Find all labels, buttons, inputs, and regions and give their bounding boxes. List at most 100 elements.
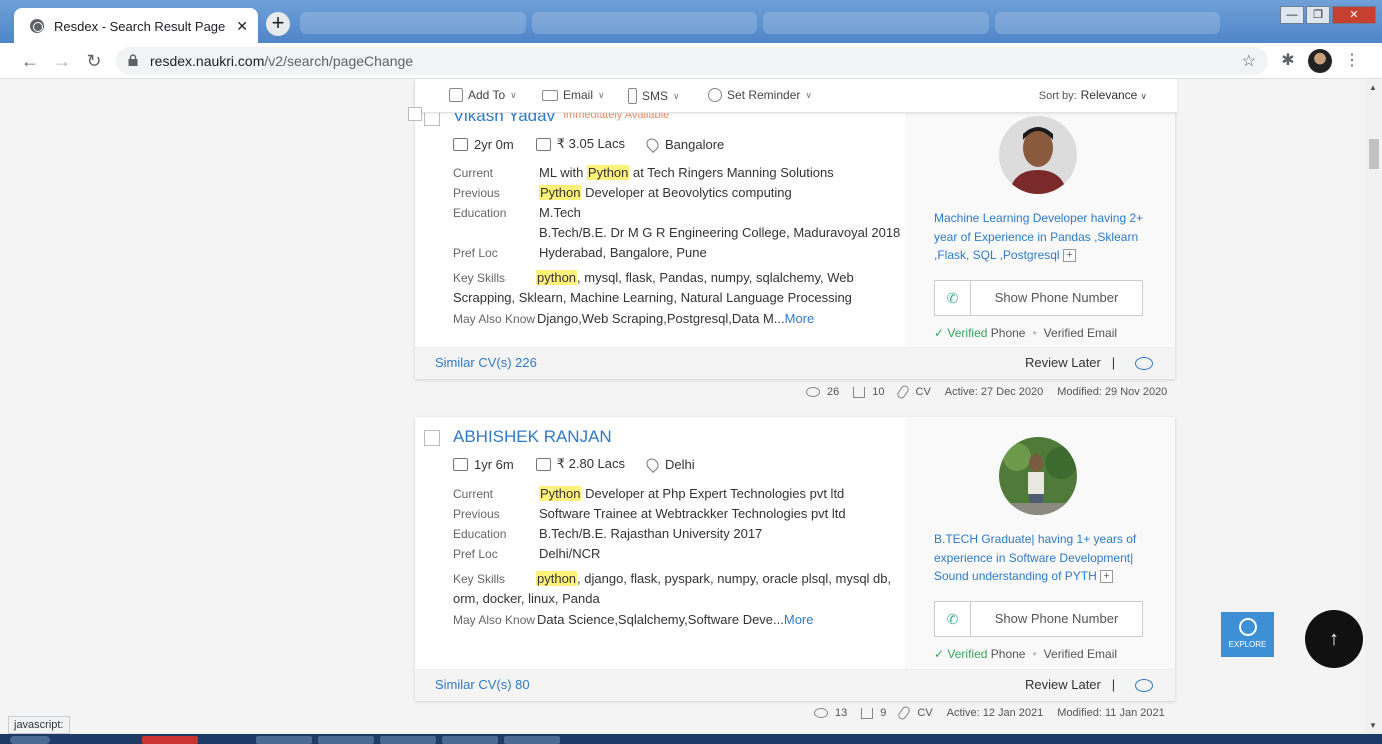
person-photo-icon <box>999 437 1077 515</box>
education-text: B.Tech/B.E. Rajasthan University 2017 <box>539 526 763 541</box>
active-tab[interactable]: Resdex - Search Result Page ✕ <box>14 8 258 44</box>
taskbar-app[interactable] <box>142 736 198 744</box>
separator-dot: • <box>1032 326 1037 340</box>
experience: 1yr 6m <box>474 456 514 472</box>
scroll-up-icon[interactable]: ▲ <box>1369 83 1377 92</box>
new-tab-button[interactable]: + <box>266 12 290 36</box>
education-text: B.Tech/B.E. Dr M G R Engineering College… <box>539 225 901 240</box>
background-tab[interactable] <box>300 12 526 34</box>
minimize-button[interactable]: — <box>1280 6 1304 24</box>
taskbar-app[interactable] <box>380 736 436 744</box>
download-count: 10 <box>872 386 885 398</box>
show-phone-label: Show Phone Number <box>994 290 1119 305</box>
current-label: Current <box>453 487 494 501</box>
explore-label: EXPLORE <box>1228 640 1267 649</box>
maximize-button[interactable]: ❐ <box>1306 6 1330 24</box>
more-link[interactable]: More <box>785 311 815 326</box>
profile-avatar[interactable] <box>1308 49 1332 73</box>
envelope-icon <box>542 89 558 101</box>
sort-dropdown[interactable]: Sort by: Relevance ∨ <box>1039 88 1147 102</box>
briefcase-icon <box>453 137 468 151</box>
may-also-know: May Also Know Django,Web Scraping,Postgre… <box>453 311 814 326</box>
taskbar-app[interactable] <box>504 736 560 744</box>
back-arrow-icon[interactable]: ← <box>18 49 42 73</box>
candidate-meta: 2yr 0m ₹ 3.05 Lacs Bangalore <box>453 135 746 153</box>
page-scrollbar[interactable]: ▲ ▼ <box>1365 79 1382 734</box>
address-bar[interactable]: resdex.naukri.com/v2/search/pageChange ☆ <box>116 47 1268 75</box>
tab-title: Resdex - Search Result Page <box>54 18 226 34</box>
candidate-checkbox[interactable] <box>424 430 440 446</box>
forward-arrow-icon[interactable]: → <box>50 49 74 73</box>
comment-bubble-icon[interactable] <box>1135 357 1153 370</box>
also-label: May Also Know <box>453 613 536 627</box>
review-later-label: Review Later <box>1025 677 1101 692</box>
scroll-down-icon[interactable]: ▼ <box>1369 721 1377 730</box>
compass-icon <box>1238 618 1257 636</box>
background-tab[interactable] <box>763 12 989 34</box>
candidate-side-panel: Machine Learning Developer having 2+ yea… <box>905 79 1175 347</box>
download-icon <box>853 386 866 398</box>
show-phone-button[interactable]: ✆ Show Phone Number <box>934 601 1143 637</box>
previous-label: Previous <box>453 186 500 200</box>
keyword-highlight: python <box>536 571 578 586</box>
verified-email: Verified Email <box>1043 326 1118 340</box>
similar-cvs-link[interactable]: Similar CV(s) 80 <box>435 677 530 692</box>
taskbar-app[interactable] <box>318 736 374 744</box>
tab-close-button[interactable]: ✕ <box>236 18 248 35</box>
more-link[interactable]: More <box>784 612 814 627</box>
preferred-location: Pref Loc Hyderabad, Bangalore, Pune <box>453 245 707 260</box>
separator: | <box>1111 355 1116 370</box>
scroll-to-top-button[interactable]: ↑ <box>1305 610 1363 668</box>
reload-icon[interactable]: ↻ <box>82 49 106 73</box>
extensions-puzzle-icon[interactable]: ✱ <box>1276 49 1300 73</box>
salary: ₹ 2.80 Lacs <box>556 456 625 471</box>
key-skills: Key Skills python, django, flask, pyspark… <box>453 569 898 609</box>
phone-icon: ✆ <box>935 281 971 315</box>
browser-tab-strip: Resdex - Search Result Page ✕ + — ❐ ✕ <box>0 0 1382 44</box>
keyword-highlight: Python <box>539 486 582 501</box>
show-phone-button[interactable]: ✆ Show Phone Number <box>934 280 1143 316</box>
add-to-button[interactable]: Add To ∨ <box>449 88 517 102</box>
background-tab[interactable] <box>994 12 1220 34</box>
comment-bubble-icon[interactable] <box>1135 679 1153 692</box>
check-icon: ✓ <box>934 326 948 340</box>
scrollbar-thumb[interactable] <box>1369 139 1379 169</box>
candidate-name-link[interactable]: ABHISHEK RANJAN <box>453 427 612 447</box>
current-text: Developer at Php Expert Technologies pvt… <box>581 486 845 501</box>
keyword-highlight: python <box>536 270 578 285</box>
url-path: /v2/search/pageChange <box>264 53 414 69</box>
alarm-clock-icon <box>708 88 722 102</box>
review-later-button[interactable]: Review Later | <box>1025 355 1115 370</box>
review-later-button[interactable]: Review Later | <box>1025 677 1115 692</box>
menu-kebab-icon[interactable]: ⋮ <box>1340 49 1364 73</box>
bookmark-star-icon[interactable]: ☆ <box>1242 51 1256 71</box>
chevron-down-icon: ∨ <box>1140 91 1147 101</box>
set-reminder-button[interactable]: Set Reminder ∨ <box>708 88 812 102</box>
taskbar-app[interactable] <box>442 736 498 744</box>
candidate-card: Vikash Yadav Immediately Available 2yr 0… <box>415 79 1175 379</box>
window-close-button[interactable]: ✕ <box>1332 6 1376 24</box>
email-button[interactable]: Email ∨ <box>542 88 605 102</box>
education-label: Education <box>453 206 507 220</box>
verified-word: Verified <box>947 326 988 340</box>
background-tab[interactable] <box>531 12 757 34</box>
sort-label: Sort by: <box>1038 90 1077 102</box>
url-domain: resdex.naukri.com <box>150 53 265 69</box>
current-role: Current Python Developer at Php Expert Te… <box>453 486 844 501</box>
start-button[interactable] <box>10 736 50 744</box>
explore-button[interactable]: EXPLORE <box>1221 612 1274 657</box>
cv-link[interactable]: CV <box>916 386 931 398</box>
similar-cvs-link[interactable]: Similar CV(s) 226 <box>435 355 537 370</box>
expand-headline-button[interactable]: + <box>1100 570 1114 584</box>
prefloc-label: Pref Loc <box>453 246 498 260</box>
select-all-checkbox[interactable] <box>408 107 422 121</box>
cv-link[interactable]: CV <box>917 707 932 719</box>
expand-headline-button[interactable]: + <box>1062 249 1076 263</box>
show-phone-label: Show Phone Number <box>994 611 1119 626</box>
sms-button[interactable]: SMS ∨ <box>628 88 680 104</box>
current-label: Current <box>453 166 494 180</box>
taskbar-app[interactable] <box>256 736 312 744</box>
modified-date: Modified: 29 Nov 2020 <box>1057 386 1168 398</box>
card-footer: Similar CV(s) 80 Review Later | <box>415 669 1175 701</box>
current-text: at Tech Ringers Manning Solutions <box>629 165 834 180</box>
